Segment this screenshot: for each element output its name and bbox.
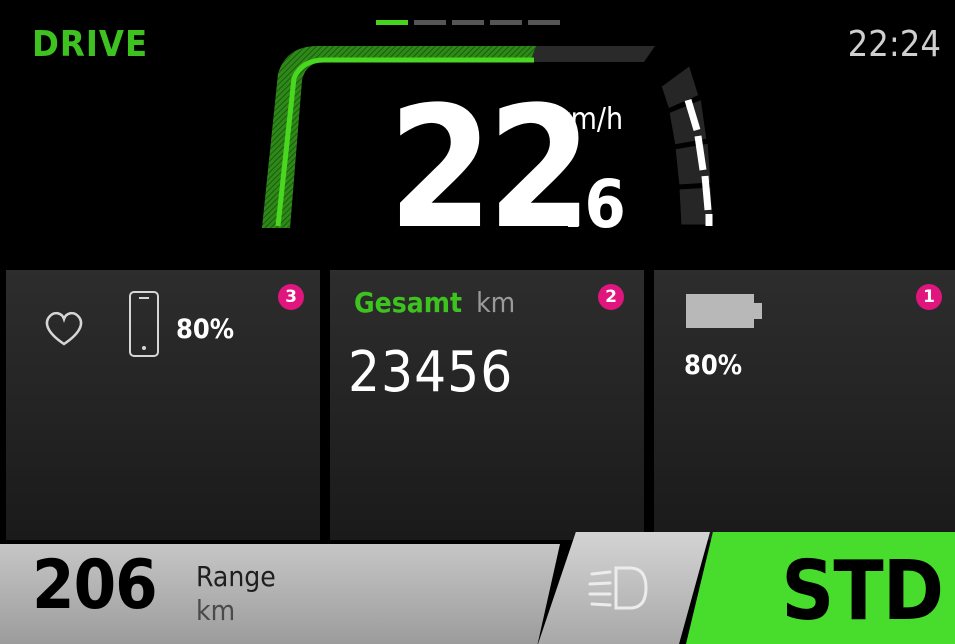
phone-battery-level: 80% <box>176 314 235 345</box>
smartphone-icon <box>129 291 159 357</box>
odometer-value: 23456 <box>348 340 514 405</box>
range-label: Range <box>196 560 276 593</box>
badge-3: 3 <box>278 284 304 310</box>
battery-icon <box>686 294 762 328</box>
odometer-title: Gesamt <box>354 286 463 319</box>
odometer-unit: km <box>476 286 516 319</box>
headlight-icon <box>588 566 648 610</box>
odometer-label: Gesamt km <box>354 286 515 319</box>
range-panel: 206 Range km <box>0 544 560 644</box>
widget-panel-odometer[interactable]: Gesamt km 23456 2 <box>330 270 644 540</box>
speed-unit: km/h <box>555 102 624 137</box>
badge-1: 1 <box>916 284 942 310</box>
ebike-display: DRIVE 22:24 22 .6 km/h 80% 3 Gesamt km 2… <box>0 0 955 644</box>
badge-2: 2 <box>598 284 624 310</box>
widget-panel-phone[interactable]: 80% 3 <box>6 270 320 540</box>
range-unit: km <box>196 594 236 627</box>
widget-panel-battery[interactable]: 80% 1 <box>654 270 955 540</box>
assist-mode-button[interactable]: STD <box>686 532 955 644</box>
assist-mode-label: STD <box>781 544 944 639</box>
light-toggle[interactable] <box>538 532 710 644</box>
range-value: 206 <box>32 546 158 625</box>
heart-icon <box>45 311 83 346</box>
speed-decimal: .6 <box>562 166 626 243</box>
battery-level: 80% <box>684 350 743 381</box>
